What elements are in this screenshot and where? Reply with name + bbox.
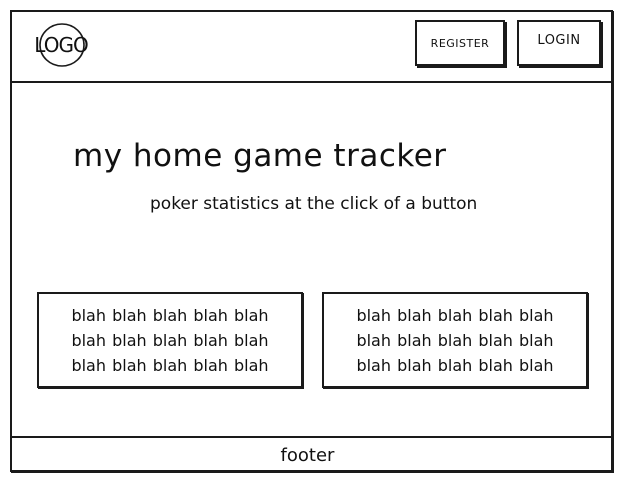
footer: footer <box>10 436 613 472</box>
content-card-right: blah blah blah blah blah blah blah blah … <box>322 292 588 388</box>
card-text: blah blah blah blah blah blah blah blah … <box>71 305 269 375</box>
login-button[interactable]: LOGIN <box>517 20 601 66</box>
register-button-label: REGISTER <box>430 36 490 50</box>
header-bar: LOGO REGISTER LOGIN <box>10 10 613 83</box>
login-button-label: LOGIN <box>537 32 581 48</box>
register-button[interactable]: REGISTER <box>415 20 505 66</box>
card-text: blah blah blah blah blah blah blah blah … <box>356 305 554 375</box>
footer-text: footer <box>280 444 335 466</box>
page-title: my home game tracker <box>73 138 447 174</box>
content-card-left: blah blah blah blah blah blah blah blah … <box>37 292 303 388</box>
logo[interactable]: LOGO <box>26 22 96 68</box>
logo-text: LOGO <box>34 33 88 57</box>
page-subtitle: poker statistics at the click of a butto… <box>150 194 478 214</box>
